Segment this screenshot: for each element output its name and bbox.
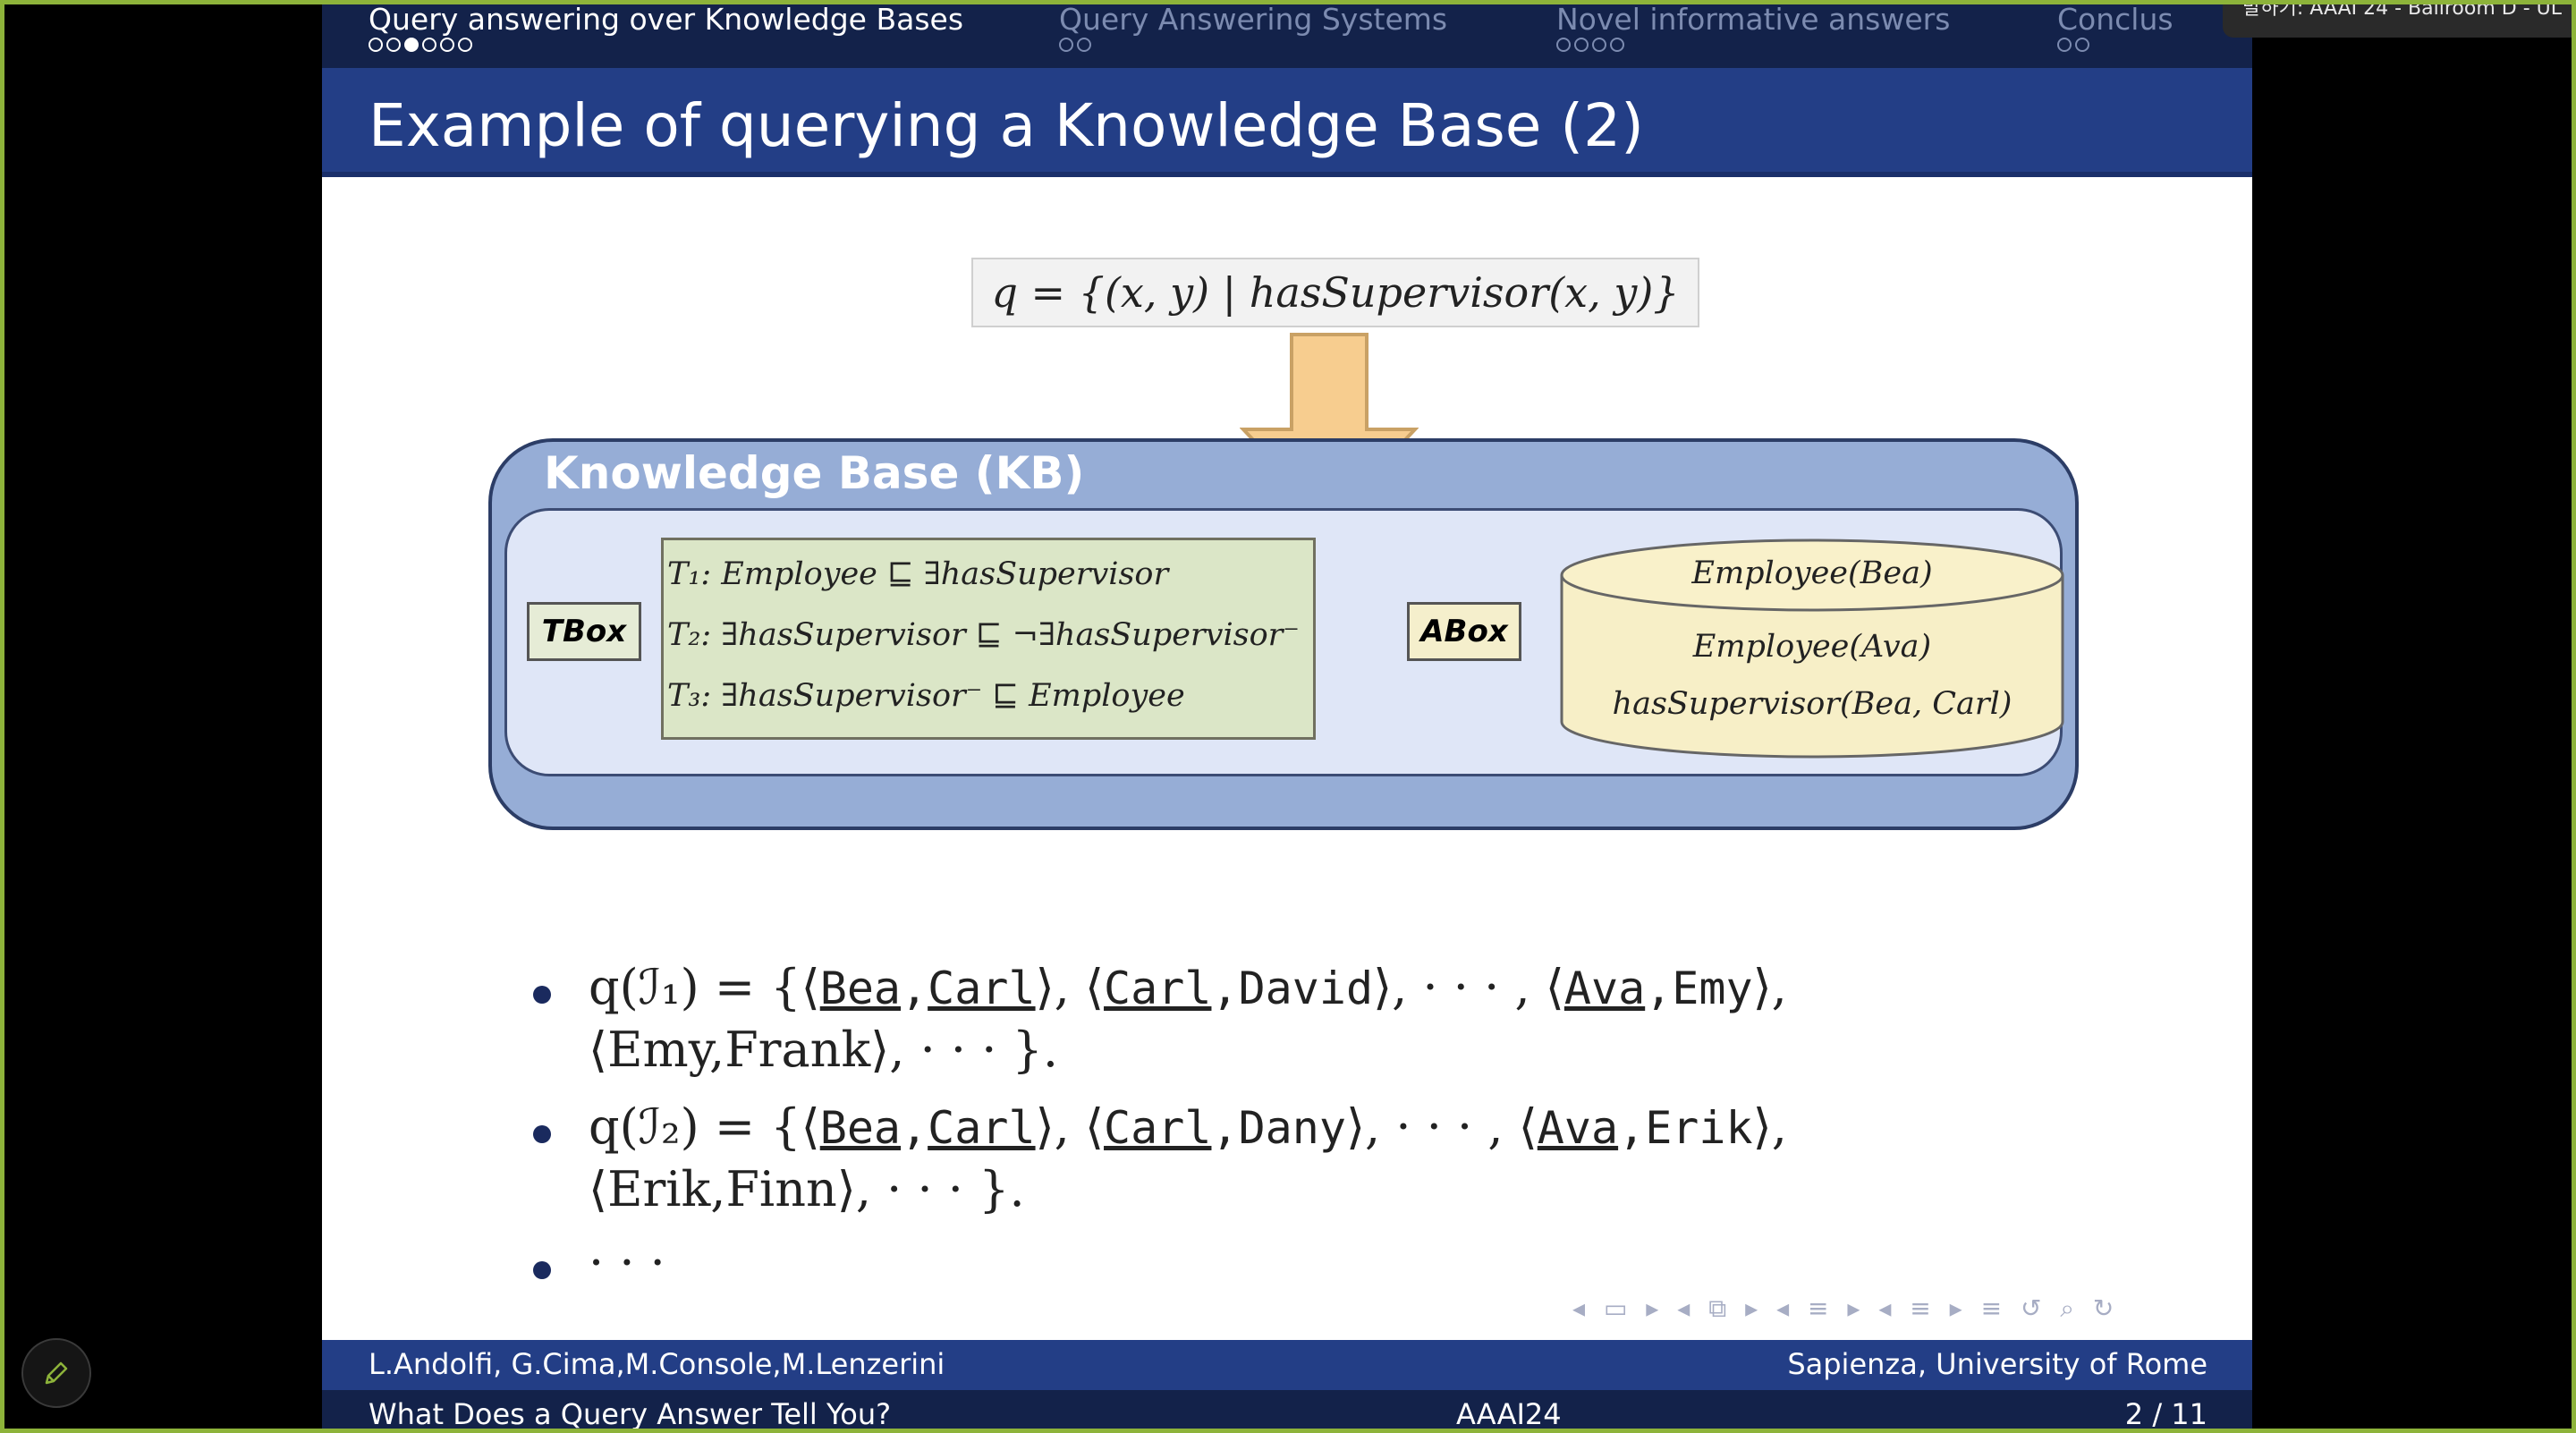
footer-affiliation: Sapienza, University of Rome — [1787, 1347, 2207, 1381]
formula-text: , — [1645, 962, 1673, 1014]
slide-title-bar: Example of querying a Knowledge Base (2) — [322, 68, 2252, 177]
bullet-text-continuation: ⟨Emy,Frank⟩, · · · }. — [589, 1022, 1059, 1078]
formula-text: ⟩, · · · , ⟨ — [1345, 1098, 1538, 1155]
tbox-axiom: T₂: ∃hasSupervisor ⊑ ¬∃hasSupervisor⁻ — [667, 617, 1300, 653]
formula-text: , — [901, 1102, 928, 1154]
formula-text: , — [901, 962, 928, 1014]
progress-dot[interactable] — [1592, 38, 1606, 52]
section-navigation: Query answering over Knowledge Bases Que… — [322, 0, 2252, 68]
slide-progress-dots — [1556, 38, 1624, 52]
progress-dot[interactable] — [422, 38, 436, 52]
progress-dot[interactable] — [440, 38, 454, 52]
nav-section-label: Novel informative answers — [1556, 2, 1951, 37]
tbox-label: TBox — [527, 602, 641, 661]
speaker-name-tag: 발하기: AAAI 24 - Ballroom D - UL — [2223, 0, 2576, 38]
formula-text: ⟩, ⟨ — [1035, 1098, 1105, 1155]
knowledge-base-label: Knowledge Base (KB) — [544, 447, 1085, 499]
individual-name: David — [1238, 962, 1374, 1014]
slide-progress-dots — [1059, 38, 1091, 52]
progress-dot[interactable] — [1610, 38, 1624, 52]
footer-title-bar: What Does a Query Answer Tell You? AAAI2… — [322, 1390, 2252, 1433]
progress-dot[interactable] — [369, 38, 383, 52]
bullet-text-continuation: ⟨Erik,Finn⟩, · · · }. — [589, 1161, 1025, 1217]
formula-text: ⟩, ⟨ — [1035, 959, 1105, 1015]
individual-name: Emy — [1672, 962, 1753, 1014]
tbox-axioms-panel: T₁: Employee ⊑ ∃hasSupervisor T₂: ∃hasSu… — [661, 538, 1316, 740]
footer-authors-bar: L.Andolfi, G.Cima,M.Console,M.Lenzerini … — [322, 1340, 2252, 1390]
formula-text: , — [1211, 1102, 1239, 1154]
tbox-axiom: T₁: Employee ⊑ ∃hasSupervisor — [667, 556, 1169, 592]
progress-dot[interactable] — [386, 38, 401, 52]
individual-name: Ava — [1537, 1102, 1619, 1154]
individual-name: Dany — [1238, 1102, 1346, 1154]
knowledge-base-inner: TBox T₁: Employee ⊑ ∃hasSupervisor T₂: ∃… — [504, 508, 2065, 776]
annotate-button[interactable] — [21, 1338, 91, 1408]
formula-text: ⟩, · · · , ⟨ — [1373, 959, 1564, 1015]
abox-fact: hasSupervisor(Bea, Carl) — [1612, 686, 2012, 722]
formula-text: ⟩, — [1752, 959, 1787, 1015]
tbox-axiom: T₃: ∃hasSupervisor⁻ ⊑ Employee — [667, 678, 1185, 714]
individual-name: Ava — [1563, 962, 1646, 1014]
abox-fact: Employee(Ava) — [1692, 629, 1932, 665]
formula-text: ⟩, — [1752, 1098, 1787, 1155]
footer-venue: AAAI24 — [1456, 1397, 1562, 1431]
progress-dot[interactable] — [2075, 38, 2089, 52]
pencil-icon — [45, 1361, 68, 1385]
abox-fact: Employee(Bea) — [1691, 555, 1933, 591]
bullet-marker — [533, 1261, 551, 1279]
progress-dot[interactable] — [1574, 38, 1589, 52]
progress-dot[interactable] — [1059, 38, 1073, 52]
individual-name: Carl — [1104, 962, 1212, 1014]
nav-section-label: Query answering over Knowledge Bases — [369, 2, 964, 37]
knowledge-base-panel: Knowledge Base (KB) TBox T₁: Employee ⊑ … — [488, 438, 2079, 830]
footer-paper-title: What Does a Query Answer Tell You? — [369, 1397, 892, 1431]
abox-label: ABox — [1407, 602, 1521, 661]
footer-page-number: 2 / 11 — [2124, 1397, 2207, 1431]
slide-title: Example of querying a Knowledge Base (2) — [369, 91, 1644, 160]
progress-dot[interactable] — [1077, 38, 1091, 52]
slide-progress-dots — [369, 38, 472, 52]
formula-text: , — [1618, 1102, 1646, 1154]
nav-section-label: Query Answering Systems — [1059, 2, 1448, 37]
formula-text: , — [1211, 962, 1239, 1014]
bullet-marker — [533, 986, 551, 1004]
progress-dot-current[interactable] — [404, 38, 419, 52]
footer-authors: L.Andolfi, G.Cima,M.Console,M.Lenzerini — [369, 1347, 945, 1381]
nav-section-label: Conclus — [2057, 2, 2174, 37]
bullet-text: · · · — [589, 1234, 665, 1291]
individual-name: Carl — [1104, 1102, 1212, 1154]
abox-database-cylinder: Employee(Bea) Employee(Ava) hasSuperviso… — [1559, 538, 2065, 759]
bullet-marker — [533, 1125, 551, 1143]
beamer-navigation-controls[interactable]: ◂ ▭ ▸ ◂ ⧉ ▸ ◂ ≡ ▸ ◂ ≡ ▸ ≡ ↺ ⌕ ↻ — [1572, 1293, 2119, 1324]
individual-name: Carl — [928, 962, 1036, 1014]
slide-progress-dots — [2057, 38, 2089, 52]
progress-dot[interactable] — [458, 38, 472, 52]
individual-name: Bea — [819, 1102, 902, 1154]
progress-dot[interactable] — [2057, 38, 2072, 52]
presentation-slide: Query answering over Knowledge Bases Que… — [322, 0, 2252, 1433]
formula-text: q(ℐ₂) = {⟨ — [589, 1098, 820, 1155]
query-formula: q = {(x, y) | hasSupervisor(x, y)} — [971, 258, 1699, 327]
progress-dot[interactable] — [1556, 38, 1571, 52]
individual-name: Carl — [928, 1102, 1036, 1154]
formula-text: q(ℐ₁) = {⟨ — [589, 959, 820, 1015]
bullet-text: q(ℐ₁) = {⟨Bea,Carl⟩, ⟨Carl,David⟩, · · ·… — [589, 959, 1787, 1015]
bullet-text: q(ℐ₂) = {⟨Bea,Carl⟩, ⟨Carl,Dany⟩, · · · … — [589, 1098, 1787, 1155]
individual-name: Bea — [819, 962, 902, 1014]
individual-name: Erik — [1645, 1102, 1753, 1154]
